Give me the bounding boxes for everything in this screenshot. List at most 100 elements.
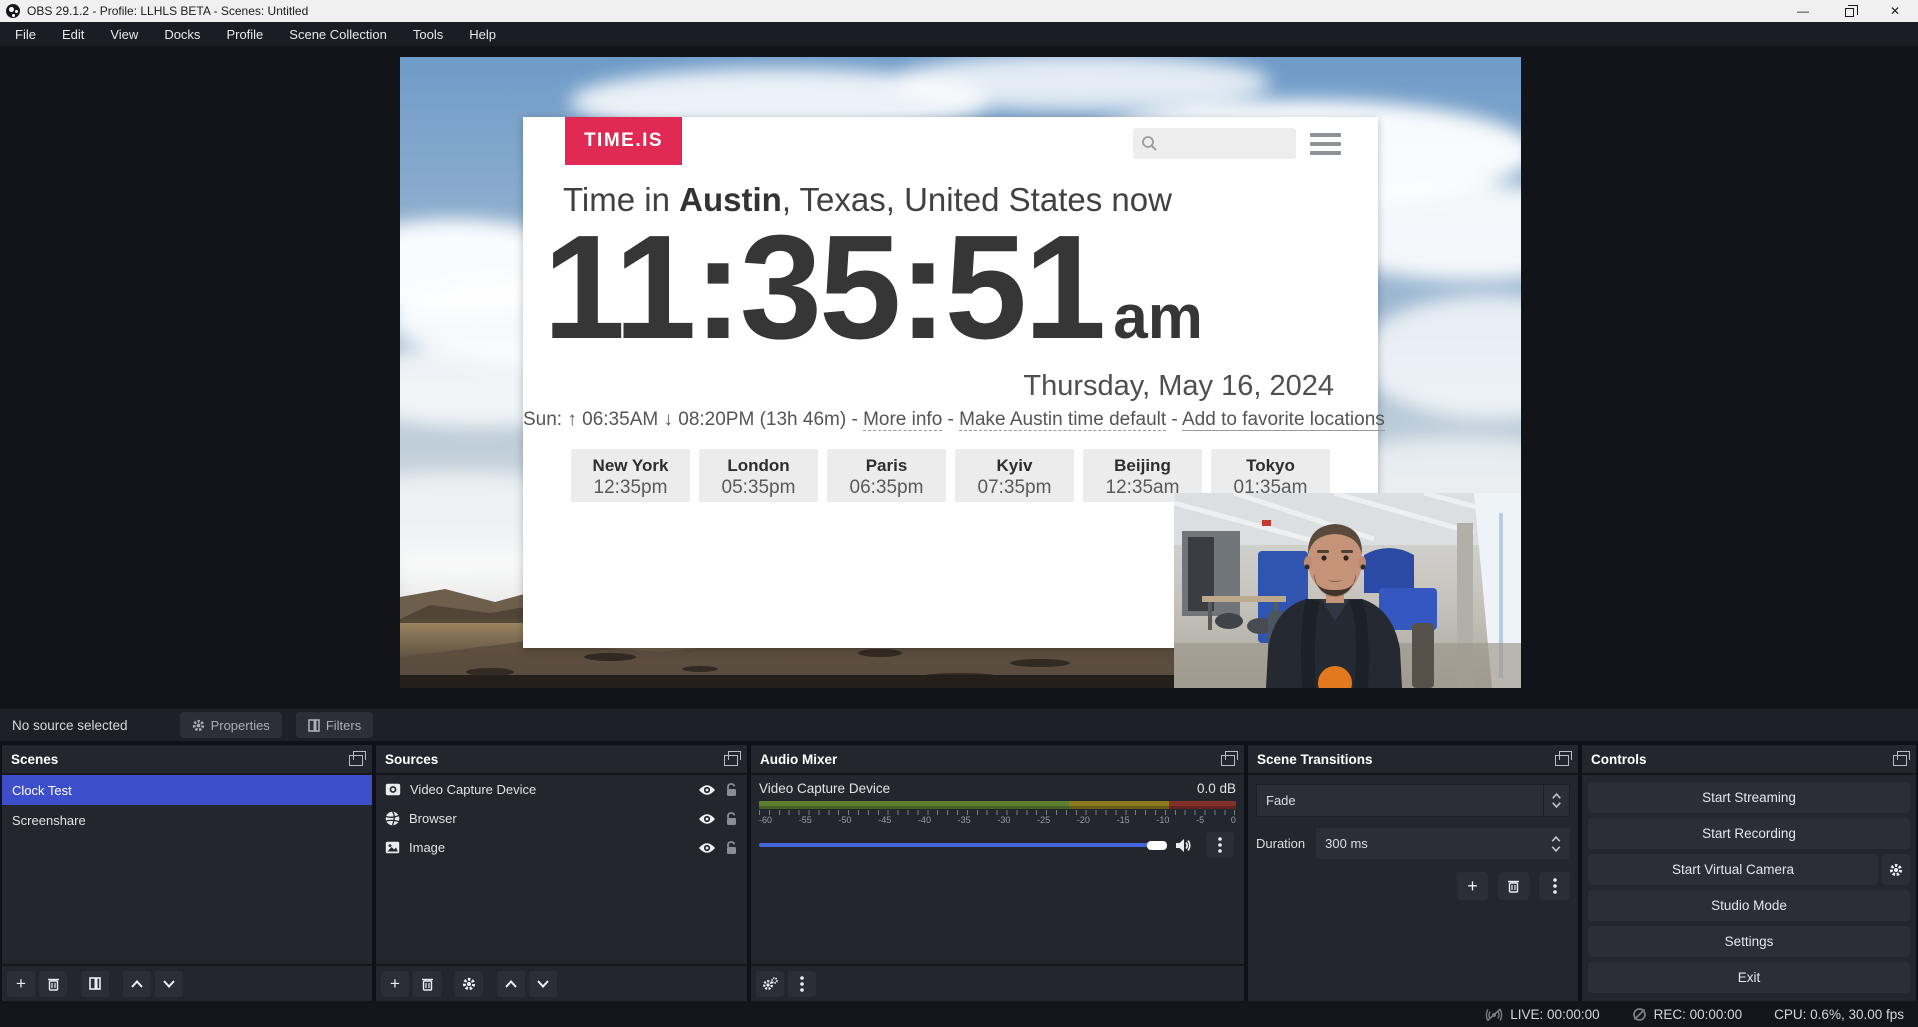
scene-transitions-title: Scene Transitions [1257,752,1373,767]
popout-icon[interactable] [1221,755,1235,766]
more-info-link: More info [863,409,942,431]
transition-select[interactable]: Fade [1256,784,1570,817]
restore-icon [1845,8,1854,17]
filters-icon [89,977,101,990]
source-item-video-capture[interactable]: Video Capture Device [376,775,747,804]
scene-preview[interactable]: TIME.IS Time in Austin, Texas, United St… [400,57,1521,688]
globe-icon [385,811,400,826]
vertical-dots-icon [1553,878,1557,894]
restore-button[interactable] [1826,0,1872,22]
mixer-toolbar [751,964,1244,1001]
menu-docks[interactable]: Docks [151,22,213,46]
studio-mode-button[interactable]: Studio Mode [1588,890,1910,921]
timeis-search-box [1133,128,1296,159]
settings-button[interactable]: Settings [1588,926,1910,957]
scene-item-clock-test[interactable]: Clock Test [2,775,372,805]
unlock-icon[interactable] [725,841,738,855]
source-item-image[interactable]: Image [376,833,747,862]
minimize-button[interactable]: — [1780,0,1826,22]
virtual-camera-config-button[interactable] [1882,854,1910,885]
mixer-menu-button[interactable] [788,971,816,997]
menu-scene-collection[interactable]: Scene Collection [276,22,400,46]
add-scene-button[interactable]: + [7,971,35,997]
main-area: TIME.IS Time in Austin, Texas, United St… [0,46,1918,709]
transition-properties-button[interactable] [1539,872,1570,900]
city-box-new-york: New York 12:35pm [571,449,690,502]
rec-time: REC: 00:00:00 [1654,1007,1743,1022]
unlock-icon[interactable] [725,783,738,797]
dock-row: Scenes Clock Test Screenshare + [2,745,1916,1001]
trash-icon [1507,879,1520,893]
eye-visible-icon[interactable] [698,842,716,854]
meter-ruler-labels: -60-55 -50-45 -40-35 -30-25 -20-15 -10-5… [759,815,1236,825]
source-properties-button[interactable] [455,971,483,997]
stream-inactive-icon [1485,1007,1503,1022]
no-source-label: No source selected [12,718,128,733]
audio-mixer-title: Audio Mixer [760,752,837,767]
add-transition-button[interactable]: + [1457,872,1488,900]
source-move-down-button[interactable] [529,971,557,997]
gear-icon [1889,863,1903,877]
unlock-icon[interactable] [725,812,738,826]
sources-dock: Sources Video Capture Device [376,745,747,1001]
spin-up-icon[interactable] [1551,836,1561,842]
spin-down-icon[interactable] [1551,846,1561,852]
properties-button[interactable]: Properties [180,712,282,738]
volume-slider[interactable] [759,840,1167,850]
double-gear-icon [762,977,778,991]
search-icon [1141,135,1158,152]
scene-item-screenshare[interactable]: Screenshare [2,805,372,835]
scene-filters-button[interactable] [81,971,109,997]
menu-view[interactable]: View [97,22,151,46]
advanced-audio-button[interactable] [756,971,784,997]
mixer-channel: Video Capture Device 0.0 dB -60-55 -50-4… [751,775,1244,858]
combo-spinner[interactable] [1543,785,1569,816]
eye-visible-icon[interactable] [698,813,716,825]
menu-edit[interactable]: Edit [49,22,97,46]
menu-profile[interactable]: Profile [213,22,276,46]
duration-spinbox[interactable]: 300 ms [1316,828,1570,859]
popout-icon[interactable] [1893,755,1907,766]
gear-icon [462,977,476,991]
city-box-kyiv: Kyiv 07:35pm [955,449,1074,502]
popout-icon[interactable] [1555,755,1569,766]
volume-meter [759,801,1236,809]
clock-time: 11:35:51 [543,205,1103,370]
sources-toolbar: + [376,964,747,1001]
add-source-button[interactable]: + [381,971,409,997]
menu-tools[interactable]: Tools [400,22,456,46]
make-default-link: Make Austin time default [959,409,1166,431]
menu-file[interactable]: File [2,22,49,46]
source-move-up-button[interactable] [497,971,525,997]
transition-selected-value: Fade [1257,793,1543,808]
start-virtual-camera-button[interactable]: Start Virtual Camera [1588,854,1878,885]
remove-transition-button[interactable] [1498,872,1529,900]
sun-info-line: Sun: ↑ 06:35AM ↓ 08:20PM (13h 46m) - Mor… [523,409,1378,431]
source-item-browser[interactable]: Browser [376,804,747,833]
close-button[interactable]: ✕ [1872,0,1918,22]
eye-visible-icon[interactable] [698,784,716,796]
webcam-video-overlay [1174,493,1521,688]
add-favorite-link: Add to favorite locations [1182,409,1385,431]
popout-icon[interactable] [724,755,738,766]
trash-icon [421,977,434,991]
volume-slider-handle[interactable] [1147,841,1167,850]
remove-source-button[interactable] [413,971,441,997]
mixer-channel-menu-button[interactable] [1206,832,1234,858]
menu-help[interactable]: Help [456,22,509,46]
clock-ampm: am [1113,283,1203,352]
speaker-icon[interactable] [1175,838,1192,853]
filters-button[interactable]: Filters [296,712,373,738]
hamburger-menu-icon [1310,133,1341,155]
start-streaming-button[interactable]: Start Streaming [1588,782,1910,813]
scene-move-down-button[interactable] [155,971,183,997]
remove-scene-button[interactable] [39,971,67,997]
chevron-down-icon [163,980,175,988]
scene-move-up-button[interactable] [123,971,151,997]
popout-icon[interactable] [349,755,363,766]
scenes-dock: Scenes Clock Test Screenshare + [2,745,372,1001]
exit-button[interactable]: Exit [1588,962,1910,993]
start-recording-button[interactable]: Start Recording [1588,818,1910,849]
mixer-channel-name: Video Capture Device [759,781,890,796]
city-box-london: London 05:35pm [699,449,818,502]
